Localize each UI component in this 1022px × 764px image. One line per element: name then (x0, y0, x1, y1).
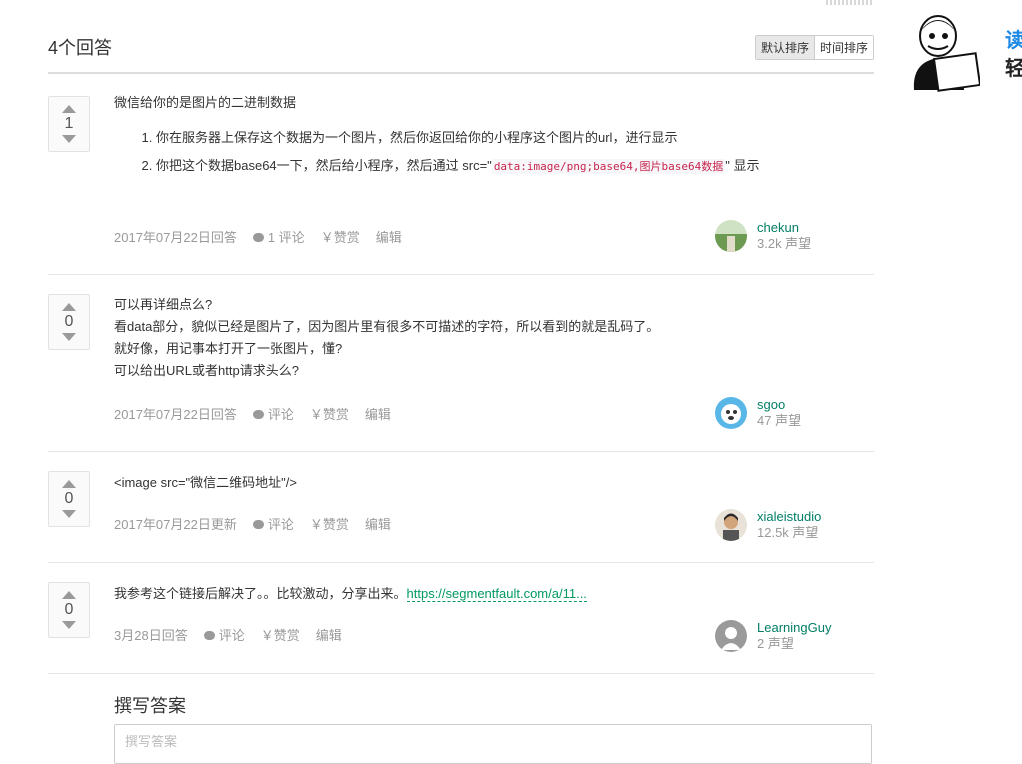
sidebar-heading[interactable]: 读 (1005, 24, 1022, 53)
answer-date: 3月28日回答 (114, 628, 188, 643)
comment-icon (252, 233, 264, 243)
sort-default-button[interactable]: 默认排序 (755, 36, 815, 59)
downvote-icon[interactable] (62, 333, 76, 341)
answer-text: <image src="微信二维码地址"/> (114, 475, 297, 490)
vote-count: 1 (64, 115, 74, 132)
vote-box: 0 (48, 471, 90, 527)
answer-line: 可以给出URL或者http请求头么? (114, 363, 299, 378)
reputation: 12.5k 声望 (757, 525, 819, 540)
reward-link[interactable]: ￥赞赏 (321, 227, 360, 246)
answer-list-text: " 显示 (725, 158, 760, 173)
answer-date: 2017年07月22日回答 (114, 407, 237, 422)
avatar[interactable] (715, 397, 747, 429)
answers-count: 4个回答 (48, 38, 113, 58)
reward-link[interactable]: ￥赞赏 (261, 625, 300, 644)
vote-box: 0 (48, 294, 90, 350)
username[interactable]: xialeistudio (757, 509, 821, 525)
edit-link[interactable]: 编辑 (365, 514, 391, 533)
comment-link[interactable]: 1 评论 (252, 227, 305, 246)
answer-author[interactable]: sgoo 47 声望 (715, 397, 801, 429)
vote-box: 0 (48, 582, 90, 638)
answer-text: 我参考这个链接后解决了。。比较激动，分享出来。 (114, 586, 407, 601)
answer-item: 0 可以再详细点么? 看data部分，貌似已经是图片了，因为图片里有很多不可描述… (48, 274, 874, 452)
comment-link[interactable]: 评论 (252, 514, 294, 533)
downvote-icon[interactable] (62, 510, 76, 518)
downvote-icon[interactable] (62, 621, 76, 629)
comment-icon (203, 631, 215, 641)
answer-content: 我参考这个链接后解决了。。比较激动，分享出来。https://segmentfa… (114, 583, 814, 605)
vote-count: 0 (64, 601, 74, 618)
answer-item: 0 我参考这个链接后解决了。。比较激动，分享出来。https://segment… (48, 562, 874, 674)
answer-item: 0 <image src="微信二维码地址"/> 2017年07月22日更新 评… (48, 451, 874, 563)
answers-header: 4个回答 默认排序 时间排序 (48, 30, 874, 74)
vote-count: 0 (64, 313, 74, 330)
edit-link[interactable]: 编辑 (376, 227, 402, 246)
upvote-icon[interactable] (62, 591, 76, 599)
answer-meta: 2017年07月22日回答 1 评论 ￥赞赏 编辑 (114, 227, 418, 246)
comment-link[interactable]: 评论 (203, 625, 245, 644)
username[interactable]: LearningGuy (757, 620, 831, 636)
avatar[interactable] (715, 220, 747, 252)
comment-link[interactable]: 评论 (252, 404, 294, 423)
reputation: 2 声望 (757, 636, 794, 651)
downvote-icon[interactable] (62, 135, 76, 143)
answer-list-text: 你把这个数据base64一下，然后给小程序，然后通过 src=" (156, 158, 492, 173)
answer-item: 1 微信给你的是图片的二进制数据 你在服务器上保存这个数据为一个图片，然后你返回… (48, 80, 874, 275)
avatar[interactable] (715, 620, 747, 652)
answer-link[interactable]: https://segmentfault.com/a/11... (406, 586, 587, 602)
answer-author[interactable]: LearningGuy 2 声望 (715, 620, 831, 652)
sort-time-button[interactable]: 时间排序 (814, 36, 873, 59)
comment-label: 评论 (218, 628, 245, 643)
answer-line: 就好像，用记事本打开了一张图片，懂? (114, 341, 343, 356)
reward-link[interactable]: ￥赞赏 (310, 404, 349, 423)
comment-label: 评论 (267, 517, 294, 532)
sort-toggle: 默认排序 时间排序 (754, 35, 874, 60)
answer-text: 微信给你的是图片的二进制数据 (114, 95, 297, 110)
write-answer-title: 撰写答案 (114, 696, 186, 716)
answer-meta: 2017年07月22日更新 评论 ￥赞赏 编辑 (114, 514, 407, 533)
sidebar-subheading: 轻 (1005, 58, 1022, 80)
upvote-icon[interactable] (62, 303, 76, 311)
avatar[interactable] (715, 509, 747, 541)
meme-illustration (913, 15, 980, 92)
answer-list: 你在服务器上保存这个数据为一个图片，然后你返回给你的小程序这个图片的url，进行… (114, 124, 814, 181)
answer-line: 可以再详细点么? (114, 297, 213, 312)
vote-count: 0 (64, 490, 74, 507)
answer-list-item: 你把这个数据base64一下，然后给小程序，然后通过 src="data:ima… (156, 152, 814, 181)
answer-date: 2017年07月22日更新 (114, 517, 237, 532)
comment-label: 1 评论 (267, 230, 305, 245)
comment-icon (252, 410, 264, 420)
answer-editor[interactable]: 撰写答案 (114, 724, 872, 764)
answer-date: 2017年07月22日回答 (114, 230, 237, 245)
comment-icon (252, 520, 264, 530)
answer-line: 看data部分，貌似已经是图片了，因为图片里有很多不可描述的字符，所以看到的就是… (114, 319, 660, 334)
answer-author[interactable]: chekun 3.2k 声望 (715, 220, 811, 252)
upvote-icon[interactable] (62, 480, 76, 488)
answer-content: 可以再详细点么? 看data部分，貌似已经是图片了，因为图片里有很多不可描述的字… (114, 294, 814, 382)
answer-author[interactable]: xialeistudio 12.5k 声望 (715, 509, 821, 541)
username[interactable]: sgoo (757, 397, 801, 413)
vote-box: 1 (48, 96, 90, 152)
upvote-icon[interactable] (62, 105, 76, 113)
edit-link[interactable]: 编辑 (365, 404, 391, 423)
reputation: 47 声望 (757, 413, 802, 428)
username[interactable]: chekun (757, 220, 811, 236)
answer-list-item: 你在服务器上保存这个数据为一个图片，然后你返回给你的小程序这个图片的url，进行… (156, 124, 814, 152)
reputation: 3.2k 声望 (757, 236, 812, 251)
inline-code: data:image/png;base64,图片base64数据 (491, 159, 726, 174)
answer-content: <image src="微信二维码地址"/> (114, 472, 814, 494)
answer-meta: 2017年07月22日回答 评论 ￥赞赏 编辑 (114, 404, 407, 423)
answer-content: 微信给你的是图片的二进制数据 你在服务器上保存这个数据为一个图片，然后你返回给你… (114, 92, 814, 181)
answer-meta: 3月28日回答 评论 ￥赞赏 编辑 (114, 625, 358, 644)
comment-label: 评论 (267, 407, 294, 422)
top-border-decoration (826, 0, 874, 5)
reward-link[interactable]: ￥赞赏 (310, 514, 349, 533)
edit-link[interactable]: 编辑 (316, 625, 342, 644)
